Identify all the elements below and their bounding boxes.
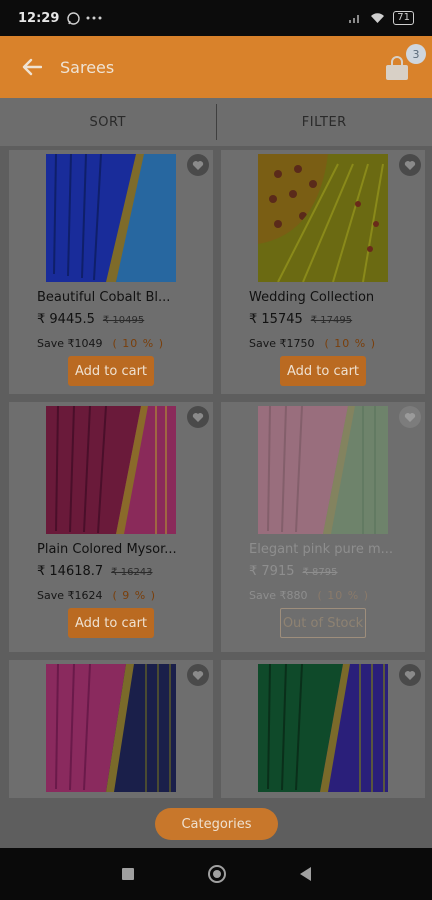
categories-button[interactable]: Categories <box>155 808 278 840</box>
status-notification-icons <box>67 11 102 25</box>
product-name: Elegant pink pure m... <box>249 542 394 557</box>
status-time: 12:29 <box>18 10 60 26</box>
discount-percent: ( 9 % ) <box>112 589 157 602</box>
current-price: ₹ 15745 <box>249 312 303 327</box>
product-image[interactable] <box>46 154 176 282</box>
wishlist-heart-icon[interactable] <box>399 406 421 428</box>
wishlist-heart-icon[interactable] <box>399 664 421 686</box>
nav-home-icon[interactable] <box>207 865 226 883</box>
cart-bag-icon <box>386 56 408 80</box>
status-right: 71 <box>348 11 414 25</box>
product-savings: Save ₹1624 ( 9 % ) <box>37 589 156 602</box>
nav-back-icon[interactable] <box>299 867 311 881</box>
whatsapp-icon <box>67 11 81 25</box>
sort-filter-bar: SORT FILTER <box>0 98 432 146</box>
product-image[interactable] <box>46 406 176 534</box>
battery-icon: 71 <box>393 11 414 25</box>
current-price: ₹ 7915 <box>249 564 295 579</box>
savings-amount: Save ₹1049 <box>37 337 103 350</box>
app-bar: Sarees 3 <box>0 36 432 98</box>
discount-percent: ( 10 % ) <box>112 337 165 350</box>
product-savings: Save ₹880 ( 10 % ) <box>249 589 369 602</box>
page-title: Sarees <box>60 57 115 77</box>
product-name: Wedding Collection <box>249 290 375 305</box>
wishlist-heart-icon[interactable] <box>399 154 421 176</box>
product-image[interactable] <box>258 664 388 792</box>
product-grid: Beautiful Cobalt Bl... ₹ 9445.5 ₹ 10495 S… <box>0 146 432 798</box>
product-price: ₹ 7915 ₹ 8795 <box>249 564 338 579</box>
signal-icon <box>349 15 360 23</box>
current-price: ₹ 14618.7 <box>37 564 104 579</box>
original-price: ₹ 8795 <box>302 567 338 578</box>
product-price: ₹ 14618.7 ₹ 16243 <box>37 564 153 579</box>
product-name: Plain Colored Mysor... <box>37 542 177 557</box>
product-image[interactable] <box>258 406 388 534</box>
wishlist-heart-icon[interactable] <box>187 664 209 686</box>
more-dots-icon <box>86 16 102 20</box>
add-to-cart-button[interactable]: Add to cart <box>68 608 154 638</box>
discount-percent: ( 10 % ) <box>324 337 377 350</box>
savings-amount: Save ₹880 <box>249 589 308 602</box>
product-card[interactable]: Wedding Collection ₹ 15745 ₹ 17495 Save ₹… <box>221 150 425 394</box>
back-arrow-icon[interactable] <box>20 55 44 79</box>
savings-amount: Save ₹1624 <box>37 589 103 602</box>
add-to-cart-button[interactable]: Add to cart <box>68 356 154 386</box>
product-card[interactable]: Plain Colored Mysor... ₹ 14618.7 ₹ 16243 … <box>9 402 213 652</box>
product-card[interactable] <box>221 660 425 798</box>
add-to-cart-button[interactable]: Add to cart <box>280 356 366 386</box>
out-of-stock-label: Out of Stock <box>280 608 366 638</box>
product-card[interactable] <box>9 660 213 798</box>
wishlist-heart-icon[interactable] <box>187 154 209 176</box>
product-image[interactable] <box>46 664 176 792</box>
wishlist-heart-icon[interactable] <box>187 406 209 428</box>
wifi-icon <box>371 13 385 23</box>
cart-count-badge: 3 <box>406 44 426 64</box>
discount-percent: ( 10 % ) <box>317 589 370 602</box>
product-savings: Save ₹1750 ( 10 % ) <box>249 337 376 350</box>
current-price: ₹ 9445.5 <box>37 312 95 327</box>
sort-button[interactable]: SORT <box>0 98 216 146</box>
product-name: Beautiful Cobalt Bl... <box>37 290 171 305</box>
status-bar: 12:29 71 <box>0 0 432 36</box>
filter-button[interactable]: FILTER <box>217 98 432 146</box>
original-price: ₹ 17495 <box>310 315 353 326</box>
product-card[interactable]: Elegant pink pure m... ₹ 7915 ₹ 8795 Save… <box>221 402 425 652</box>
original-price: ₹ 16243 <box>111 567 153 578</box>
product-card[interactable]: Beautiful Cobalt Bl... ₹ 9445.5 ₹ 10495 S… <box>9 150 213 394</box>
product-price: ₹ 15745 ₹ 17495 <box>249 312 352 327</box>
savings-amount: Save ₹1750 <box>249 337 315 350</box>
original-price: ₹ 10495 <box>102 315 145 326</box>
system-nav-bar <box>0 848 432 900</box>
product-savings: Save ₹1049 ( 10 % ) <box>37 337 164 350</box>
nav-recents-icon[interactable] <box>121 868 134 880</box>
cart-button[interactable]: 3 <box>382 44 426 82</box>
product-price: ₹ 9445.5 ₹ 10495 <box>37 312 144 327</box>
product-image[interactable] <box>258 154 388 282</box>
